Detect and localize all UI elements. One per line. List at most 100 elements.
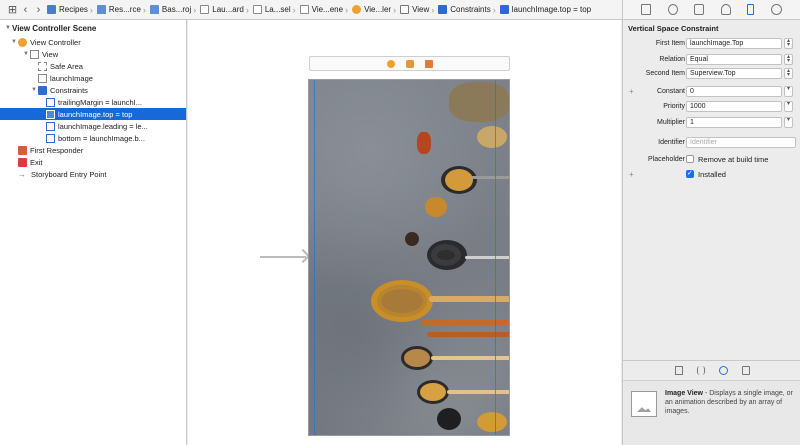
constant-label: Constant — [656, 87, 685, 95]
breadcrumb-recipes[interactable]: Recipes — [45, 5, 88, 14]
popup-chevrons-icon[interactable]: ▴ ▾ — [784, 53, 793, 65]
constraint-icon — [46, 97, 55, 107]
outline-item-trailing-constraint[interactable]: trailingMargin = launchI... — [0, 96, 186, 108]
spoon-handle — [431, 356, 509, 360]
chevron-down-icon[interactable]: ▾ — [784, 85, 793, 97]
constant-row: + Constant 0 ▾ — [623, 85, 800, 97]
outline-item-view[interactable]: ▼ View — [0, 48, 186, 60]
library-item-image-view[interactable]: Image View - Displays a single image, or… — [631, 389, 793, 427]
outline-item-top-constraint[interactable]: launchImage.top = top — [0, 108, 186, 120]
outline-item-bottom-constraint[interactable]: bottom = launchImage.b... — [0, 132, 186, 144]
multiplier-field[interactable]: 1 — [686, 116, 782, 128]
image-view-icon — [631, 391, 657, 417]
related-items-icon[interactable]: ⊞ — [6, 3, 19, 16]
disclosure-triangle-icon[interactable]: ▼ — [30, 87, 38, 93]
disclosure-triangle-icon[interactable]: ▼ — [22, 51, 30, 57]
outline-item-launch-image[interactable]: launchImage — [0, 72, 186, 84]
first-responder-icon[interactable] — [405, 59, 414, 68]
chevron-down-icon[interactable]: ▾ — [784, 116, 793, 128]
code-snippet-library-icon[interactable] — [696, 366, 705, 375]
size-inspector-icon[interactable] — [747, 4, 755, 15]
relation-label: Relation — [659, 55, 685, 63]
outline-item-entry-point[interactable]: → Storyboard Entry Point — [0, 168, 186, 180]
outline-item-first-responder[interactable]: First Responder — [0, 144, 186, 156]
size-inspector: Vertical Space Constraint First Item lau… — [622, 20, 800, 445]
outline-item-view-controller[interactable]: ▼ View Controller — [0, 36, 186, 48]
chevron-right-icon: › — [492, 4, 496, 15]
file-inspector-icon[interactable] — [641, 4, 652, 15]
document-outline: ▼ View Controller Scene ▼ View Controlle… — [0, 20, 187, 445]
cinnamon-stick-image — [427, 332, 509, 337]
popup-chevrons-icon[interactable]: ▴ ▾ — [784, 37, 793, 49]
add-variation-icon[interactable]: + — [629, 87, 634, 96]
breadcrumb-launch-storyboard[interactable]: Lau...ard — [198, 5, 244, 14]
breadcrumb-constraint[interactable]: launchImage.top = top — [498, 5, 591, 14]
first-item-label: First Item — [655, 39, 685, 47]
cinnamon-stick-image — [421, 320, 509, 325]
view-controller-icon — [18, 37, 27, 47]
priority-field[interactable]: 1000 — [686, 100, 782, 112]
second-item-label: Second Item — [645, 69, 685, 77]
view-controller-icon[interactable] — [386, 59, 395, 68]
outline-item-exit[interactable]: Exit — [0, 156, 186, 168]
multiplier-row: Multiplier 1 ▾ — [623, 116, 800, 128]
constraint-icon — [499, 5, 509, 14]
chevron-right-icon: › — [393, 4, 397, 15]
connections-inspector-icon[interactable] — [770, 4, 782, 15]
bay-leaves-image — [449, 82, 509, 122]
remove-at-build-checkbox[interactable] — [686, 155, 694, 163]
inspector-title: Vertical Space Constraint — [628, 24, 719, 33]
identity-inspector-icon[interactable] — [694, 4, 705, 15]
image-view-icon — [38, 73, 47, 83]
leading-guide-line — [314, 80, 315, 435]
installed-label: Installed — [698, 169, 726, 179]
outline-item-safe-area[interactable]: Safe Area — [0, 60, 186, 72]
storyboard-entry-arrow[interactable] — [260, 256, 306, 258]
breadcrumb-resources[interactable]: Res...rce — [95, 5, 141, 14]
scene-view[interactable] — [308, 79, 510, 436]
storyboard-canvas[interactable] — [188, 20, 621, 445]
wooden-spoon-handle — [429, 296, 509, 302]
first-item-popup[interactable]: launchImage.Top — [686, 37, 782, 49]
chili-image — [417, 132, 431, 154]
inspector-selector-bar — [622, 0, 800, 20]
breadcrumb-view[interactable]: View — [398, 5, 429, 14]
spoon-handle — [471, 176, 509, 179]
jump-bar: ⊞ ‹ › Recipes › Res...rce › Bas...roj › … — [0, 0, 622, 20]
forward-arrow-icon[interactable]: › — [32, 4, 45, 16]
exit-icon — [18, 157, 27, 167]
popup-chevrons-icon[interactable]: ▴ ▾ — [784, 67, 793, 79]
chevron-right-icon: › — [142, 4, 146, 15]
attributes-inspector-icon[interactable] — [720, 4, 731, 15]
back-arrow-icon[interactable]: ‹ — [19, 4, 32, 16]
breadcrumb-constraints[interactable]: Constraints — [436, 5, 491, 14]
priority-label: Priority — [663, 102, 685, 110]
disclosure-triangle-icon[interactable]: ▼ — [4, 25, 12, 31]
add-variation-icon[interactable]: + — [629, 170, 634, 179]
file-template-library-icon[interactable] — [674, 366, 683, 375]
chevron-down-icon[interactable]: ▾ — [784, 100, 793, 112]
breadcrumb-scene[interactable]: Vie...ene — [298, 5, 343, 14]
installed-row: + Installed — [623, 168, 800, 180]
second-item-popup[interactable]: Superview.Top — [686, 67, 782, 79]
constant-field[interactable]: 0 — [686, 85, 782, 97]
object-library-icon[interactable] — [718, 366, 728, 375]
spoon-handle — [447, 390, 509, 394]
placeholder-row: Placeholder Remove at build time — [623, 153, 800, 165]
breadcrumb-launch-base[interactable]: La...sel — [251, 5, 291, 14]
scene-header[interactable]: ▼ View Controller Scene — [0, 20, 186, 36]
disclosure-triangle-icon[interactable]: ▼ — [10, 39, 18, 45]
quick-help-icon[interactable] — [667, 4, 678, 15]
breadcrumb-view-controller[interactable]: Vie...ler — [350, 5, 391, 14]
identifier-field[interactable]: Identifier — [686, 136, 796, 148]
relation-popup[interactable]: Equal — [686, 53, 782, 65]
constraints-icon — [38, 85, 47, 95]
saffron-image — [477, 412, 507, 432]
cardamom-image — [377, 285, 427, 317]
outline-item-constraints[interactable]: ▼ Constraints — [0, 84, 186, 96]
breadcrumb-base-project[interactable]: Bas...roj — [148, 5, 191, 14]
installed-checkbox[interactable] — [686, 169, 694, 178]
outline-item-leading-constraint[interactable]: launchImage.leading = le... — [0, 120, 186, 132]
media-library-icon[interactable] — [741, 366, 750, 375]
exit-icon[interactable] — [424, 59, 433, 68]
